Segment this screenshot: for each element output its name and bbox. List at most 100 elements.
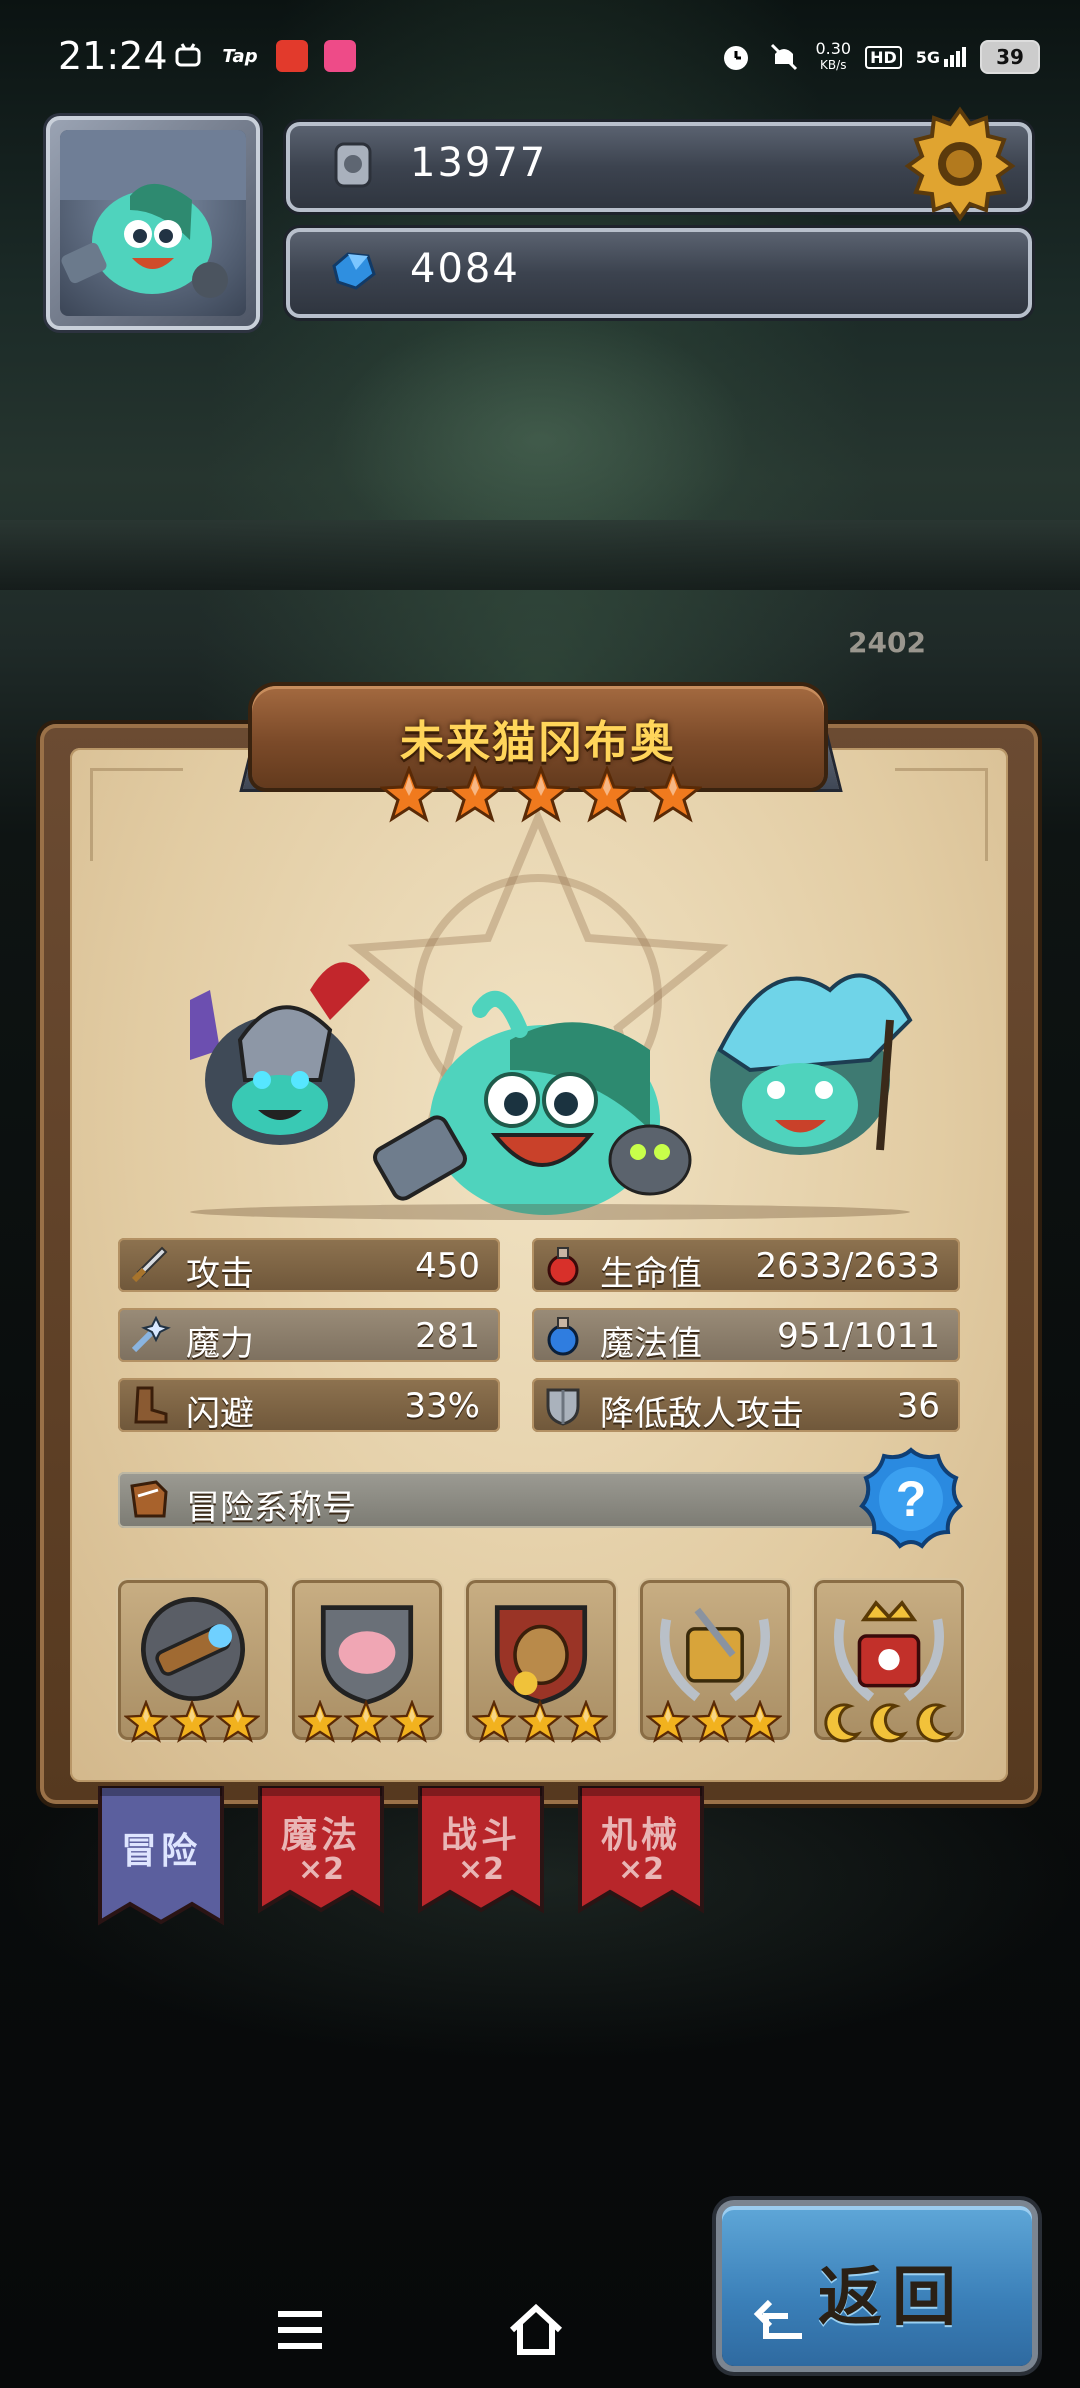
star-icon	[563, 1699, 609, 1748]
moon-icon	[866, 1700, 910, 1748]
category-tab[interactable]: 魔法 ×2	[256, 1786, 386, 1926]
stone-ledge	[0, 520, 1080, 590]
stat-label: 魔力	[186, 1324, 254, 1364]
battery-indicator: 39	[980, 40, 1040, 74]
settings-gear-icon[interactable]	[900, 104, 1020, 224]
enemy-power-value: 2402	[848, 626, 926, 659]
network-speed: 0.30 KB/s	[815, 39, 852, 73]
hero-star-icon	[444, 764, 506, 824]
category-label: 战斗	[440, 1815, 521, 1856]
category-multiplier: ×2	[617, 1852, 664, 1887]
badge-rating	[471, 1699, 609, 1748]
avatar-portrait	[60, 130, 246, 316]
menu-icon[interactable]	[270, 2300, 330, 2360]
star-icon	[297, 1699, 343, 1748]
home-icon[interactable]	[506, 2300, 566, 2360]
stat-value: 33%	[404, 1386, 480, 1426]
category-tab[interactable]: 战斗 ×2	[416, 1786, 546, 1926]
blue-gem-icon	[332, 252, 376, 290]
blue-potion-icon	[547, 1317, 579, 1356]
star-icon	[389, 1699, 435, 1748]
stat-label: 闪避	[186, 1394, 254, 1434]
sword-icon	[131, 1246, 168, 1283]
future-cat	[373, 990, 692, 1215]
stat-row-left-1: 魔力 281	[118, 1308, 500, 1364]
stat-label: 降低敌人攻击	[600, 1394, 804, 1434]
svg-text:?: ?	[896, 1471, 927, 1527]
stat-value: 951/1011	[777, 1316, 940, 1356]
status-app-icons: Tap	[172, 40, 356, 72]
mute-icon	[771, 43, 798, 71]
telescope-badge-icon	[141, 1597, 245, 1701]
hero-name: 未来猫冈布奥	[400, 717, 676, 768]
hero-star-icon	[378, 764, 440, 824]
shield-icon	[546, 1388, 580, 1426]
moon-icon	[820, 1700, 864, 1748]
help-button[interactable]: ?	[856, 1444, 966, 1554]
game-icon	[276, 40, 308, 72]
moon-icon	[912, 1700, 956, 1748]
status-right: 0.30 KB/s HD 5G 39	[719, 40, 1040, 74]
status-bar: 21:24 Tap 0.30 KB/s HD 5G 39	[0, 0, 1080, 120]
stat-label: 攻击	[186, 1254, 254, 1294]
back-button-label: 返回	[818, 2261, 966, 2335]
category-multiplier: ×2	[297, 1852, 344, 1887]
star-icon	[169, 1699, 215, 1748]
star-icon	[645, 1699, 691, 1748]
crown-chest-badge-icon	[834, 1600, 944, 1702]
hero-star-icon	[576, 764, 638, 824]
pig-shield-badge-icon	[320, 1605, 414, 1705]
stat-value: 281	[415, 1316, 480, 1356]
money-bag-badge-icon	[494, 1605, 588, 1705]
star-icon	[123, 1699, 169, 1748]
stat-row-right-2: 降低敌人攻击 36	[532, 1378, 960, 1434]
corner-ornament	[90, 768, 183, 861]
stat-value: 2633/2633	[755, 1246, 940, 1286]
star-icon	[471, 1699, 517, 1748]
category-tab[interactable]: 冒险	[96, 1786, 226, 1926]
hero-star-icon	[510, 764, 572, 824]
system-nav-bar	[0, 2280, 700, 2380]
badge-rating	[645, 1699, 783, 1748]
stat-value: 36	[896, 1386, 940, 1426]
stat-label: 魔法值	[600, 1324, 702, 1364]
star-icon	[737, 1699, 783, 1748]
hero-star-rating	[378, 764, 704, 824]
player-avatar[interactable]	[46, 116, 260, 330]
star-icon	[343, 1699, 389, 1748]
badge-rating	[297, 1699, 435, 1748]
boot-icon	[134, 1386, 168, 1424]
stat-row-left-0: 攻击 450	[118, 1238, 500, 1294]
alarm-icon	[724, 46, 749, 70]
hero-skins-art	[190, 962, 913, 1220]
bilibili-icon	[172, 40, 204, 72]
app-icon	[324, 40, 356, 72]
red-potion-icon	[547, 1247, 579, 1286]
treasure-laurel-badge-icon	[660, 1607, 770, 1702]
back-button[interactable]: 返回	[722, 2206, 1032, 2366]
category-tab[interactable]: 机械 ×2	[576, 1786, 706, 1926]
hero-star-icon	[642, 764, 704, 824]
stone-tablet-icon	[334, 142, 372, 188]
stat-row-right-1: 魔法值 951/1011	[532, 1308, 960, 1364]
star-icon	[215, 1699, 261, 1748]
badge-rating	[820, 1700, 956, 1748]
adventure-scroll-icon	[130, 1480, 168, 1518]
stone-currency-value: 13977	[410, 140, 548, 186]
star-icon	[691, 1699, 737, 1748]
hd-icon: HD	[865, 45, 902, 69]
category-multiplier: ×2	[457, 1852, 504, 1887]
feathered-mage-skin	[710, 973, 913, 1155]
return-arrow-icon	[753, 2299, 802, 2339]
stat-row-left-2: 闪避 33%	[118, 1378, 500, 1434]
stat-value: 450	[415, 1246, 480, 1286]
category-label: 魔法	[280, 1815, 361, 1856]
stat-label: 生命值	[600, 1254, 702, 1294]
adventure-title-row: 冒险系称号	[118, 1472, 930, 1528]
category-label: 机械	[600, 1815, 681, 1856]
corner-ornament	[895, 768, 988, 861]
adventure-title-label: 冒险系称号	[186, 1488, 356, 1528]
knight-skin	[190, 962, 370, 1145]
stat-row-right-0: 生命值 2633/2633	[532, 1238, 960, 1294]
magic-wand-icon	[131, 1315, 171, 1353]
